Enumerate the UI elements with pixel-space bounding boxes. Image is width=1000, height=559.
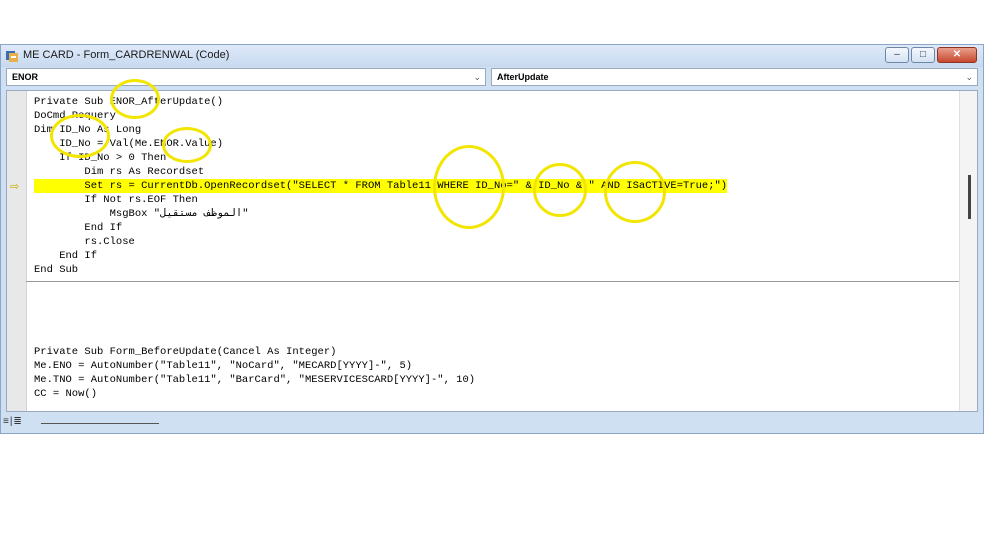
annotation-circle	[110, 79, 160, 119]
dropdown-arrow-icon[interactable]: ⌄	[965, 69, 973, 85]
execution-arrow-icon: ⇨	[10, 181, 20, 193]
maximize-button[interactable]: □	[911, 47, 935, 63]
margin-indicator-bar[interactable]: ⇨	[7, 91, 27, 411]
procedure-combo[interactable]: AfterUpdate ⌄	[491, 68, 978, 86]
code-line[interactable]: CC = Now()	[34, 387, 97, 401]
view-bar: ≡|≣	[1, 413, 983, 433]
code-line[interactable]: MsgBox "الموظف مستقيل"	[34, 207, 249, 221]
code-editor[interactable]: ⇨ Private Sub ENOR_AfterUpdate() DoCmd.R…	[6, 90, 978, 412]
object-combo[interactable]: ENOR ⌄	[6, 68, 486, 86]
code-line[interactable]: Me.TNO = AutoNumber("Table11", "BarCard"…	[34, 373, 475, 387]
close-button[interactable]: ✕	[937, 47, 977, 63]
annotation-circle	[604, 161, 666, 223]
code-line[interactable]: If Not rs.EOF Then	[34, 193, 197, 207]
vertical-scrollbar[interactable]	[959, 91, 977, 411]
procedure-view-icon[interactable]: ≡|≣	[3, 416, 23, 427]
annotation-circle	[533, 163, 587, 217]
code-line[interactable]: Dim rs As Recordset	[34, 165, 204, 179]
title-bar[interactable]: ME CARD - Form_CARDRENWAL (Code) – □ ✕	[1, 45, 983, 67]
annotation-circle	[50, 114, 110, 158]
minimize-button[interactable]: –	[885, 47, 909, 63]
code-line[interactable]: End If	[34, 221, 122, 235]
code-line[interactable]: rs.Close	[34, 235, 134, 249]
code-line[interactable]: Private Sub Form_BeforeUpdate(Cancel As …	[34, 345, 336, 359]
annotation-circle	[433, 145, 505, 229]
object-combo-value: ENOR	[12, 72, 39, 82]
window-title: ME CARD - Form_CARDRENWAL (Code)	[23, 49, 230, 61]
code-line[interactable]: End Sub	[34, 263, 78, 277]
code-line[interactable]: If ID_No > 0 Then	[34, 151, 166, 165]
procedure-separator	[26, 281, 959, 282]
app-icon	[6, 51, 18, 62]
procedure-combo-value: AfterUpdate	[497, 72, 549, 82]
horizontal-scrollbar[interactable]	[41, 423, 159, 424]
annotation-circle	[162, 127, 212, 163]
scrollbar-thumb[interactable]	[968, 175, 971, 219]
code-line[interactable]: End If	[34, 249, 97, 263]
dropdown-arrow-icon[interactable]: ⌄	[473, 69, 481, 85]
code-line[interactable]: Me.ENO = AutoNumber("Table11", "NoCard",…	[34, 359, 412, 373]
